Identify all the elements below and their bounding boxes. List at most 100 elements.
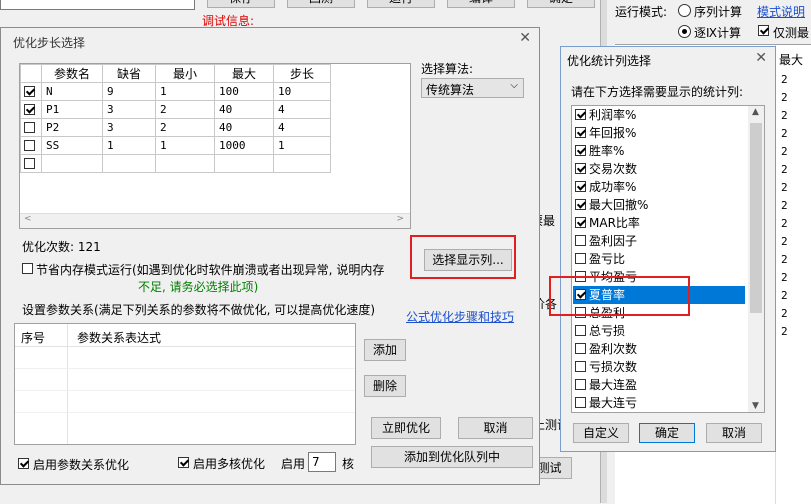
param-row[interactable]: SS 1 1 1000 1 <box>20 136 331 155</box>
algo-select[interactable]: 传统算法 ⌵ <box>421 78 524 98</box>
stats-scrollbar[interactable]: ▲ ▼ <box>748 106 764 412</box>
param-header-check <box>20 64 42 83</box>
param-cell-min[interactable]: 2 <box>155 100 215 119</box>
bg-radio-each[interactable] <box>678 25 691 38</box>
param-cell-min[interactable]: 1 <box>155 136 215 155</box>
param-checkbox[interactable] <box>24 86 35 97</box>
stats-item-checkbox[interactable] <box>575 397 586 408</box>
save-memory-checkbox[interactable] <box>22 263 33 274</box>
stats-item-checkbox[interactable] <box>575 325 586 336</box>
param-row[interactable]: N 9 1 100 10 <box>20 82 331 101</box>
stats-item-checkbox[interactable] <box>575 253 586 264</box>
stats-item-checkbox[interactable] <box>575 145 586 156</box>
bg-backtest-button[interactable]: 回测 <box>287 0 355 8</box>
param-cell-max[interactable]: 1000 <box>214 136 274 155</box>
param-cell-step[interactable]: 10 <box>273 82 331 101</box>
param-cell-max[interactable] <box>214 154 274 173</box>
stats-list-item[interactable]: 胜率% <box>573 142 745 160</box>
param-cell-name[interactable] <box>41 154 103 173</box>
param-cell-default[interactable]: 9 <box>102 82 156 101</box>
param-cell-step[interactable]: 4 <box>273 100 331 119</box>
param-row[interactable]: P1 3 2 40 4 <box>20 100 331 119</box>
stats-list-item[interactable]: 交易次数 <box>573 160 745 178</box>
param-cell-max[interactable]: 100 <box>214 82 274 101</box>
bg-save-button[interactable]: 保存 <box>207 0 275 8</box>
param-checkbox[interactable] <box>24 158 35 169</box>
param-cell-name[interactable]: N <box>41 82 103 101</box>
add-to-queue-button[interactable]: 添加到优化队列中 <box>371 446 533 468</box>
stats-list-item[interactable]: 最大连亏 <box>573 394 745 412</box>
param-checkbox[interactable] <box>24 104 35 115</box>
stats-list-item[interactable]: 亏损次数 <box>573 358 745 376</box>
param-row-checkbox-cell[interactable] <box>20 136 42 155</box>
param-row[interactable]: P2 3 2 40 4 <box>20 118 331 137</box>
close-icon[interactable]: ✕ <box>519 30 531 46</box>
param-cell-name[interactable]: SS <box>41 136 103 155</box>
param-row-checkbox-cell[interactable] <box>20 118 42 137</box>
enable-multicore-checkbox[interactable] <box>178 457 189 468</box>
param-cell-min[interactable]: 2 <box>155 118 215 137</box>
enable-relation-checkbox[interactable] <box>18 458 29 469</box>
core-count-input[interactable]: 7 <box>308 452 336 472</box>
param-row-checkbox-cell[interactable] <box>20 82 42 101</box>
stats-item-checkbox[interactable] <box>575 199 586 210</box>
stats-list-item[interactable]: 最大回撤% <box>573 196 745 214</box>
stats-list-item[interactable]: MAR比率 <box>573 214 745 232</box>
param-cell-step[interactable]: 1 <box>273 136 331 155</box>
stats-item-checkbox[interactable] <box>575 217 586 228</box>
chevron-up-icon[interactable]: ▲ <box>752 107 759 117</box>
stats-cancel-button[interactable]: 取消 <box>706 423 762 443</box>
param-cell-min[interactable]: 1 <box>155 82 215 101</box>
param-cell-default[interactable] <box>102 154 156 173</box>
add-relation-button[interactable]: 添加 <box>364 339 406 361</box>
stats-list-item[interactable]: 最大连盈 <box>573 376 745 394</box>
stats-list-item[interactable]: 成功率% <box>573 178 745 196</box>
stats-item-checkbox[interactable] <box>575 361 586 372</box>
stats-list-item[interactable]: 盈亏比 <box>573 250 745 268</box>
param-row-checkbox-cell[interactable] <box>20 154 42 173</box>
param-cell-name[interactable]: P1 <box>41 100 103 119</box>
stats-list-item[interactable]: 盈利因子 <box>573 232 745 250</box>
param-cell-min[interactable] <box>155 154 215 173</box>
stats-list-item[interactable]: 年回报% <box>573 124 745 142</box>
bg-compile-button[interactable]: 编译 <box>447 0 515 8</box>
scrollbar-thumb[interactable] <box>750 123 762 313</box>
param-checkbox[interactable] <box>24 122 35 133</box>
param-cell-max[interactable]: 40 <box>214 118 274 137</box>
stats-item-checkbox[interactable] <box>575 379 586 390</box>
custom-button[interactable]: 自定义 <box>573 423 629 443</box>
param-checkbox[interactable] <box>24 140 35 151</box>
step-cancel-button[interactable]: 取消 <box>458 417 533 439</box>
param-cell-default[interactable]: 1 <box>102 136 156 155</box>
stats-item-checkbox[interactable] <box>575 235 586 246</box>
formula-tips-link[interactable]: 公式优化步骤和技巧 <box>406 308 514 325</box>
stats-list-item[interactable]: 盈利次数 <box>573 340 745 358</box>
stats-close-icon[interactable]: ✕ <box>755 50 767 66</box>
stats-ok-button[interactable]: 确定 <box>639 423 695 443</box>
param-cell-default[interactable]: 3 <box>102 118 156 137</box>
param-header-min: 最小 <box>155 64 215 83</box>
bg-mode-help-link[interactable]: 模式说明 <box>757 3 805 20</box>
param-table-scrollbar[interactable]: < > <box>20 213 410 228</box>
chevron-down-icon[interactable]: ▼ <box>752 401 759 411</box>
bg-only-max-checkbox[interactable] <box>758 25 769 36</box>
stats-item-checkbox[interactable] <box>575 109 586 120</box>
stats-item-checkbox[interactable] <box>575 163 586 174</box>
param-cell-default[interactable]: 3 <box>102 100 156 119</box>
stats-list-item[interactable]: 利润率% <box>573 106 745 124</box>
bg-radio-sequence[interactable] <box>678 4 691 17</box>
param-row-checkbox-cell[interactable] <box>20 100 42 119</box>
bg-ok-button[interactable]: 确定 <box>527 0 595 8</box>
param-cell-step[interactable] <box>273 154 331 173</box>
param-cell-step[interactable]: 4 <box>273 118 331 137</box>
bg-run-button[interactable]: 运行 <box>367 0 435 8</box>
stats-item-checkbox[interactable] <box>575 181 586 192</box>
stats-item-checkbox[interactable] <box>575 343 586 354</box>
stats-list-item[interactable]: 总亏损 <box>573 322 745 340</box>
param-cell-name[interactable]: P2 <box>41 118 103 137</box>
param-cell-max[interactable]: 40 <box>214 100 274 119</box>
param-row[interactable] <box>20 154 331 173</box>
start-optimize-button[interactable]: 立即优化 <box>371 417 441 439</box>
delete-relation-button[interactable]: 删除 <box>364 375 406 397</box>
stats-item-checkbox[interactable] <box>575 127 586 138</box>
